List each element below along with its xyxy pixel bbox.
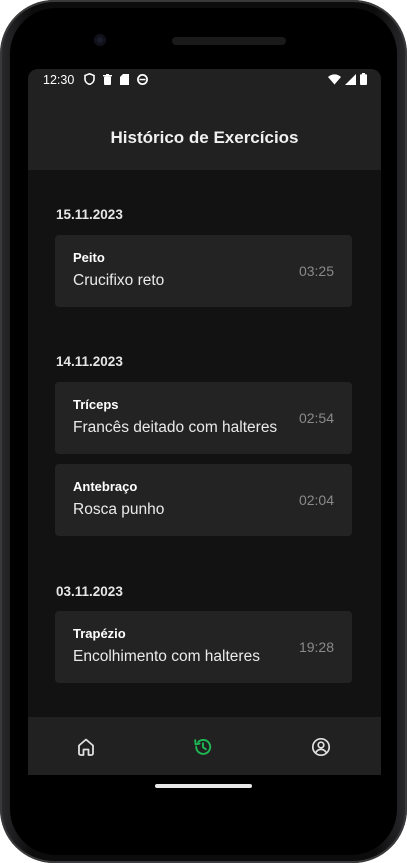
- exercise-card[interactable]: Antebraço Rosca punho 02:04: [55, 464, 352, 536]
- profile-icon: [311, 737, 331, 757]
- nav-profile[interactable]: [301, 727, 341, 767]
- muscle-group-label: Peito: [73, 250, 105, 265]
- exercise-duration: 02:04: [298, 492, 334, 508]
- sd-card-icon: [120, 73, 129, 85]
- phone-frame: Histórico de Exercícios 12:30 15.11.2023…: [0, 0, 407, 863]
- exercise-card[interactable]: Peito Crucifixo reto 03:25: [55, 235, 352, 307]
- shield-icon: [84, 73, 95, 85]
- exercise-name: Crucifixo reto: [73, 272, 165, 289]
- home-icon: [78, 738, 94, 756]
- exercise-duration: 02:54: [298, 410, 334, 426]
- muscle-group-label: Antebraço: [73, 479, 138, 494]
- app-notification-icon: [137, 73, 148, 85]
- page-title: Histórico de Exercícios: [110, 128, 299, 147]
- wifi-icon: [328, 73, 341, 84]
- exercise-name: Encolhimento com halteres: [73, 648, 260, 665]
- nav-history[interactable]: [183, 727, 223, 767]
- date-header: 14.11.2023: [56, 354, 123, 369]
- front-camera: [94, 34, 106, 46]
- bottom-navigation: [28, 717, 381, 775]
- date-header: 03.11.2023: [56, 584, 123, 599]
- nav-home[interactable]: [66, 727, 106, 767]
- history-icon: [194, 739, 212, 755]
- muscle-group-label: Tríceps: [73, 397, 119, 412]
- status-time: 12:30: [43, 73, 75, 87]
- date-header: 15.11.2023: [56, 207, 123, 222]
- trash-icon: [103, 73, 112, 85]
- exercise-card[interactable]: Trapézio Encolhimento com halteres 19:28: [55, 611, 352, 683]
- exercise-duration: 19:28: [298, 639, 334, 655]
- history-list[interactable]: 15.11.2023 Peito Crucifixo reto 03:25 14…: [28, 170, 381, 716]
- exercise-card[interactable]: Tríceps Francês deitado com halteres 02:…: [55, 382, 352, 454]
- home-gesture-bar[interactable]: [155, 784, 252, 788]
- status-system-icons: [328, 73, 367, 85]
- exercise-name: Francês deitado com halteres: [73, 419, 278, 436]
- earpiece-speaker: [172, 37, 286, 45]
- status-notification-icons: [84, 73, 148, 85]
- battery-icon: [360, 73, 367, 85]
- exercise-name: Rosca punho: [73, 501, 165, 518]
- app-screen: Histórico de Exercícios 12:30 15.11.2023…: [28, 69, 381, 775]
- muscle-group-label: Trapézio: [73, 626, 126, 641]
- status-bar: 12:30: [28, 69, 381, 91]
- signal-icon: [345, 73, 356, 85]
- exercise-duration: 03:25: [298, 263, 334, 279]
